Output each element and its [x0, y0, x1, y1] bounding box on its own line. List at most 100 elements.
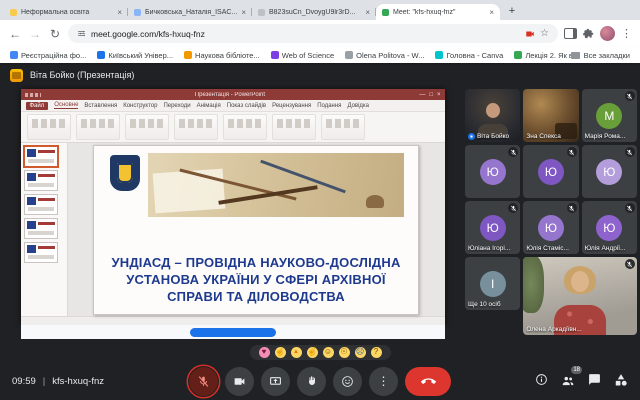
reaction-thumbs-up-icon[interactable]: ☝ [275, 347, 286, 358]
smiley-icon [341, 375, 354, 388]
reaction-surprised-face-icon[interactable]: ☉ [339, 347, 350, 358]
ppt-ribbon-tab[interactable]: Основне [54, 102, 78, 109]
presenter-label: Віта Бойко (Презентація) [30, 70, 134, 80]
mic-off-icon [197, 375, 210, 388]
tab-close-icon[interactable]: × [241, 8, 246, 17]
ribbon-group [27, 114, 71, 140]
participant-tile[interactable]: Зна Спекса [523, 89, 578, 142]
tab-close-icon[interactable]: × [365, 8, 370, 17]
reaction-thinking-face-icon[interactable]: ? [371, 347, 382, 358]
participant-tile[interactable]: ММарія Рома... [582, 89, 637, 142]
people-icon [561, 374, 575, 388]
participant-avatar: Ю [480, 215, 506, 241]
meeting-info: 09:59 | kfs-hxuq-fnz [12, 376, 104, 387]
forward-button[interactable]: → [28, 27, 42, 41]
overflow-participants-tile[interactable]: ІЩе 10 осіб [465, 257, 520, 310]
share-control-button[interactable] [190, 328, 276, 337]
ppt-ribbon-tab[interactable]: Вставлення [84, 103, 117, 109]
end-call-icon [421, 374, 436, 389]
tab-close-icon[interactable]: × [117, 8, 122, 17]
close-icon[interactable]: × [437, 92, 441, 98]
side-panel-icon[interactable] [564, 28, 577, 39]
ppt-canvas: УНДІАСД – ПРОВІДНА НАУКОВО-ДОСЛІДНА УСТА… [68, 143, 445, 316]
browser-tab[interactable]: Неформальна освіта× [4, 4, 128, 20]
participant-avatar: Ю [538, 215, 564, 241]
ppt-ribbon-tab[interactable]: Подання [317, 103, 341, 109]
raise-hand-button[interactable] [297, 367, 326, 396]
reaction-crying-face-icon[interactable]: ☹ [355, 347, 366, 358]
mic-button[interactable] [189, 367, 218, 396]
reload-button[interactable]: ↻ [48, 27, 62, 41]
ppt-ribbon-tab[interactable]: Файл [26, 102, 49, 110]
bookmark-item[interactable]: Київський Універ... [97, 51, 173, 60]
extensions-icon[interactable] [583, 28, 594, 39]
bookmark-item[interactable]: Web of Science [271, 51, 334, 60]
slide-thumbnail[interactable] [24, 194, 58, 215]
ppt-ribbon-tab[interactable]: Рецензування [272, 103, 311, 109]
ppt-body: УНДІАСД – ПРОВІДНА НАУКОВО-ДОСЛІДНА УСТА… [21, 143, 445, 316]
ppt-ribbon-tab[interactable]: Анімація [197, 103, 221, 109]
participant-tile[interactable]: Ю [582, 145, 637, 198]
slide-thumbnail[interactable] [24, 218, 58, 239]
activities-button[interactable] [614, 373, 628, 390]
slide-thumbnail[interactable] [24, 146, 58, 167]
tab-camera-indicator-icon[interactable] [525, 29, 535, 39]
shared-screen[interactable]: Презентація - PowerPoint — □ × ФайлОснов… [0, 87, 465, 342]
reaction-party-popper-icon[interactable]: ▲ [291, 347, 302, 358]
bookmark-item[interactable]: Лекція 2. Як викон... [514, 51, 570, 60]
participant-name: Ще 10 осіб [468, 301, 501, 308]
browser-tab[interactable]: Бичковська_Наталія_ISAC...× [128, 4, 252, 20]
browser-tab[interactable]: B823suCn_DvoygU9lr3rD...× [252, 4, 376, 20]
bookmark-item[interactable]: Olena Politova - W... [345, 51, 424, 60]
bookmark-star-icon[interactable]: ☆ [540, 28, 549, 39]
more-options-button[interactable]: ⋮ [369, 367, 398, 396]
tab-close-icon[interactable]: × [489, 8, 494, 17]
chat-button[interactable] [588, 373, 601, 389]
browser-tab[interactable]: Meet: "kfs-hxuq-fnz"× [376, 4, 500, 20]
reactions-button[interactable] [333, 367, 362, 396]
bookmark-favicon [184, 51, 192, 59]
meeting-panels: 18 [535, 373, 628, 390]
minimize-icon[interactable]: — [419, 92, 425, 98]
camera-button[interactable] [225, 367, 254, 396]
all-bookmarks-button[interactable]: Все закладки [571, 51, 630, 60]
participant-tile[interactable]: Олена Аркадіївн... [523, 257, 637, 335]
ppt-ribbon-tab[interactable]: Конструктор [123, 103, 157, 109]
present-button[interactable] [261, 367, 290, 396]
info-button[interactable] [535, 373, 548, 389]
address-bar[interactable]: meet.google.com/kfs-hxuq-fnz ☆ [68, 24, 558, 43]
ppt-ribbon-tab[interactable]: Довідка [347, 103, 369, 109]
participant-tile[interactable]: Ю Юлія Стаміс... [523, 201, 578, 254]
back-button[interactable]: ← [8, 27, 22, 41]
end-call-button[interactable] [405, 367, 451, 396]
profile-avatar[interactable] [600, 26, 615, 41]
participant-tile[interactable]: Ю [465, 145, 520, 198]
slide: УНДІАСД – ПРОВІДНА НАУКОВО-ДОСЛІДНА УСТА… [93, 145, 419, 315]
participant-name: Юлія Стаміс... [526, 245, 569, 252]
reaction-sparkling-heart-icon[interactable]: ♥ [259, 347, 270, 358]
participant-tile[interactable]: ЮЮліана Ігорі... [465, 201, 520, 254]
ppt-ribbon-tab[interactable]: Показ слайдів [227, 103, 266, 109]
ribbon-group [272, 114, 316, 140]
bookmark-item[interactable]: Головна - Canva [435, 51, 503, 60]
browser-menu-icon[interactable]: ⋮ [621, 27, 632, 40]
ppt-thumbnails [21, 143, 68, 316]
ppt-ribbon-tabs: Файл Основне Вставлення Конструктор Переходи… [21, 100, 445, 112]
bookmark-favicon [271, 51, 279, 59]
ppt-ribbon-tab[interactable]: Переходи [163, 103, 190, 109]
people-button[interactable]: 18 [561, 374, 575, 388]
bookmark-item[interactable]: Реєстраційна фо... [10, 51, 86, 60]
bookmark-favicon [10, 51, 18, 59]
slide-thumbnail[interactable] [24, 242, 58, 263]
slide-thumbnail[interactable] [24, 170, 58, 191]
reaction-clapping-hands-icon[interactable]: ✌ [307, 347, 318, 358]
participant-tile[interactable]: Ю [523, 145, 578, 198]
new-tab-button[interactable]: + [505, 5, 519, 19]
reaction-face-with-tears-of-joy-icon[interactable]: ☺ [323, 347, 334, 358]
participant-tile[interactable]: Віта Бойко [465, 89, 520, 142]
maximize-icon[interactable]: □ [429, 92, 433, 98]
bookmark-item[interactable]: Наукова бібліоте... [184, 51, 260, 60]
call-controls: ⋮ [189, 367, 451, 396]
slide-title: УНДІАСД – ПРОВІДНА НАУКОВО-ДОСЛІДНА УСТА… [104, 255, 408, 306]
participant-tile[interactable]: ЮЮлія Андрії... [582, 201, 637, 254]
